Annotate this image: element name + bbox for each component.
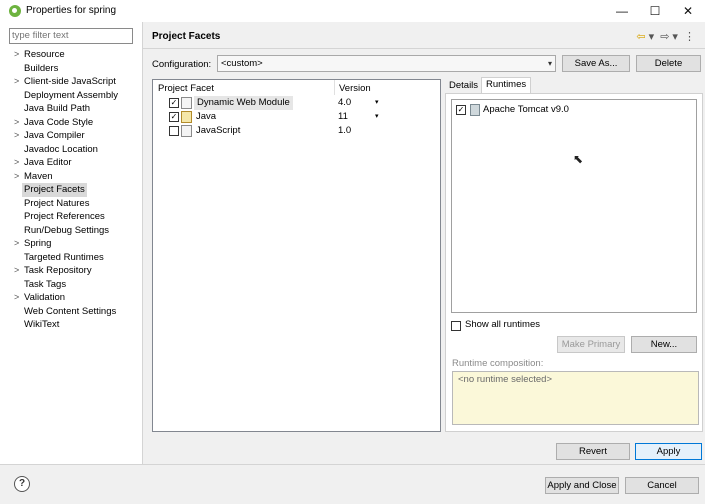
tab-runtimes[interactable]: Runtimes <box>481 77 532 94</box>
window-title: Properties for spring <box>26 5 117 16</box>
tree-item[interactable]: Task Tags <box>0 278 142 292</box>
new-runtime-button[interactable]: New... <box>631 336 697 353</box>
title-bar: Properties for spring — ☐ ✕ <box>0 0 705 22</box>
help-icon[interactable]: ? <box>14 476 30 492</box>
tree-item[interactable]: > Task Repository <box>0 264 142 278</box>
delete-button[interactable]: Delete <box>636 55 701 72</box>
minimize-button[interactable]: — <box>605 0 639 22</box>
runtimes-list: ✓ Apache Tomcat v9.0 ⬉ <box>451 99 697 313</box>
tree-item[interactable]: > Client-side JavaScript <box>0 75 142 89</box>
expand-arrow-icon[interactable]: > <box>14 291 19 305</box>
chevron-down-icon[interactable]: ▾ <box>375 96 379 110</box>
tree-item[interactable]: Web Content Settings <box>0 305 142 319</box>
back-menu-icon[interactable]: ▾ <box>649 31 655 43</box>
expand-arrow-icon[interactable]: > <box>14 129 19 143</box>
expand-arrow-icon[interactable]: > <box>14 116 19 130</box>
facet-version[interactable]: 11 <box>338 110 348 124</box>
tree-item[interactable]: Project Natures <box>0 197 142 211</box>
chevron-down-icon[interactable]: ▾ <box>375 110 379 124</box>
forward-menu-icon[interactable]: ▾ <box>672 31 678 43</box>
tree-item[interactable]: > Java Compiler <box>0 129 142 143</box>
tree-item[interactable]: Builders <box>0 62 142 76</box>
tree-item[interactable]: Project References <box>0 210 142 224</box>
column-divider <box>334 80 335 95</box>
tree-item[interactable]: Javadoc Location <box>0 143 142 157</box>
view-menu-icon[interactable]: ⋮ <box>684 31 695 43</box>
back-icon[interactable]: ⇦ <box>636 31 645 43</box>
forward-icon[interactable]: ⇨ <box>660 31 669 43</box>
configuration-select[interactable]: <custom> ▾ <box>217 55 556 72</box>
expand-arrow-icon[interactable]: > <box>14 75 19 89</box>
facet-row[interactable]: JavaScript 1.0 <box>153 124 440 138</box>
save-as-button[interactable]: Save As... <box>562 55 630 72</box>
page-pane: Project Facets ⇦ ▾ ⇨ ▾ ⋮ Configuration: <c… <box>143 22 705 464</box>
filter-input[interactable] <box>10 29 132 42</box>
divider <box>0 464 705 465</box>
revert-button[interactable]: Revert <box>556 443 630 460</box>
properties-dialog: Properties for spring — ☐ ✕ >Resource Bu… <box>0 0 705 504</box>
tree-item[interactable]: > Maven <box>0 170 142 184</box>
tab-details[interactable]: Details <box>445 79 482 93</box>
expand-arrow-icon[interactable]: > <box>14 237 19 251</box>
runtime-row[interactable]: ✓ Apache Tomcat v9.0 <box>452 102 692 116</box>
tree-item[interactable]: WikiText <box>0 318 142 332</box>
category-pane: >Resource Builders >Client-side JavaScri… <box>0 22 143 464</box>
tree-item[interactable]: Run/Debug Settings <box>0 224 142 238</box>
tree-item[interactable]: Deployment Assembly <box>0 89 142 103</box>
close-button[interactable]: ✕ <box>671 0 705 22</box>
facet-row[interactable]: ✓ Dynamic Web Module 4.0 ▾ <box>153 96 440 110</box>
tree-item[interactable]: > Resource <box>0 48 142 62</box>
mouse-cursor-icon: ⬉ <box>573 152 584 166</box>
spring-app-icon <box>9 5 21 17</box>
category-tree: > Resource Builders > Client-side JavaScri… <box>0 48 142 332</box>
maximize-button[interactable]: ☐ <box>638 0 672 22</box>
expand-arrow-icon[interactable]: > <box>14 156 19 170</box>
tree-item[interactable]: Targeted Runtimes <box>0 251 142 265</box>
facets-table: Project Facet Version ✓ Dynamic Web Modu… <box>152 79 441 432</box>
nav-toolbar: ⇦ ▾ ⇨ ▾ ⋮ <box>633 30 695 43</box>
tree-item-selected[interactable]: Project Facets <box>0 183 142 197</box>
javascript-icon <box>181 125 192 137</box>
facet-row[interactable]: ✓ Java 11 ▾ <box>153 110 440 124</box>
tree-item[interactable]: > Java Code Style <box>0 116 142 130</box>
server-icon <box>470 104 480 116</box>
facet-version: 1.0 <box>338 125 352 136</box>
tree-item[interactable]: > Java Editor <box>0 156 142 170</box>
divider <box>143 48 705 49</box>
facet-checkbox[interactable]: ✓ <box>169 112 179 122</box>
configuration-label: Configuration: <box>152 59 212 70</box>
expand-arrow-icon[interactable]: > <box>14 48 19 62</box>
facet-version[interactable]: 4.0 <box>338 96 351 110</box>
apply-button[interactable]: Apply <box>635 443 702 460</box>
column-header-version[interactable]: Version <box>339 83 371 94</box>
tree-item[interactable]: > Spring <box>0 237 142 251</box>
runtimes-panel: ✓ Apache Tomcat v9.0 ⬉ Show all runtimes… <box>445 93 703 432</box>
expand-arrow-icon[interactable]: > <box>14 264 19 278</box>
apply-and-close-button[interactable]: Apply and Close <box>545 477 619 494</box>
facet-checkbox[interactable]: ✓ <box>169 98 179 108</box>
show-all-checkbox[interactable] <box>451 321 461 331</box>
runtime-composition-box: <no runtime selected> <box>452 371 699 425</box>
column-header-facet[interactable]: Project Facet <box>158 83 214 94</box>
runtime-checkbox[interactable]: ✓ <box>456 105 466 115</box>
filter-box <box>9 28 133 44</box>
expand-arrow-icon[interactable]: > <box>14 170 19 184</box>
chevron-down-icon: ▾ <box>547 59 552 68</box>
web-module-icon <box>181 97 192 109</box>
page-title: Project Facets <box>152 31 221 42</box>
tree-item[interactable]: > Validation <box>0 291 142 305</box>
facet-checkbox[interactable] <box>169 126 179 136</box>
java-icon <box>181 111 192 123</box>
make-primary-button[interactable]: Make Primary <box>557 336 625 353</box>
runtime-composition-label: Runtime composition: <box>452 358 544 369</box>
tree-item[interactable]: Java Build Path <box>0 102 142 116</box>
cancel-button[interactable]: Cancel <box>625 477 699 494</box>
